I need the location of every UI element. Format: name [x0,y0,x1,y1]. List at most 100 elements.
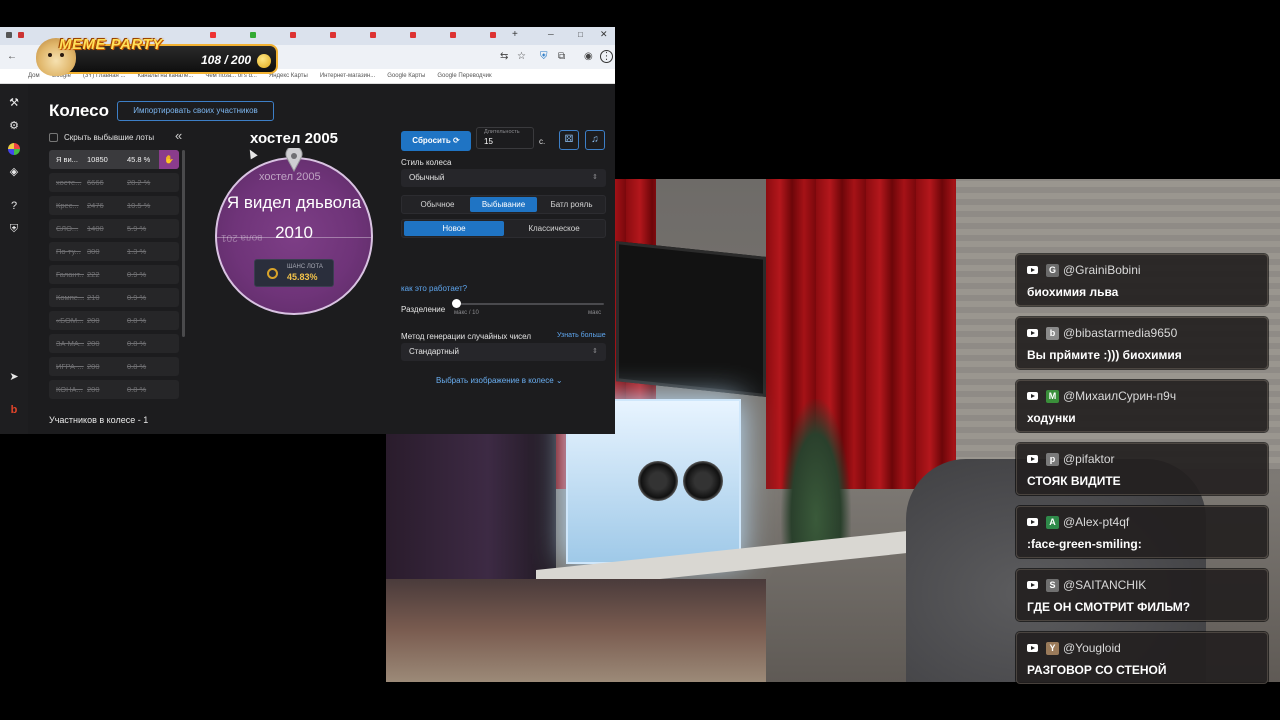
lot-row[interactable]: КОНА... 200 0.8 % [49,380,179,399]
chance-value: 45.83% [287,272,318,282]
lot-amount: 200 [87,385,100,394]
split-max-label: макс [588,310,602,316]
room-shadow [386,429,556,589]
style-label: Стиль колеса [401,158,452,167]
chat-avatar: A [1046,515,1059,529]
close-icon[interactable]: ✕ [600,29,608,40]
duration-unit: с. [539,137,546,146]
star-icon[interactable]: ☆ [517,51,526,62]
auction-icon[interactable]: ⚒ [8,97,20,109]
music-button[interactable]: ♫ [585,130,605,150]
reset-button[interactable]: Сбросить ⟳ [401,131,471,151]
bookmark-item[interactable]: Дом [28,73,40,79]
shield-check-icon[interactable]: ⛨ [8,223,20,235]
winner-line-1: Я видел дяьвола [226,193,362,212]
how-it-works-link[interactable]: как это работает? [401,284,467,293]
chat-author: @МихаилСурин-п9ч [1063,389,1177,403]
duration-label: Длительность [484,129,520,135]
lot-amount: 222 [87,270,100,279]
refresh-icon: ⟳ [453,136,460,145]
chat-author: @Alex-pt4qf [1063,515,1130,529]
menu-icon[interactable]: ⋮ [600,50,613,63]
lot-name: СЛО... [56,224,79,233]
lot-name: «БОМ... [56,316,84,325]
chat-message-header: p @pifaktor [1027,449,1259,469]
collapse-icon[interactable]: « [175,128,182,143]
lot-name: Компе... [56,293,84,302]
bookmark-item[interactable]: Google Переводчик [437,73,491,79]
help-icon[interactable]: ? [8,200,20,212]
learn-more-link[interactable]: Узнать больше [557,332,606,339]
christmas-tree [781,399,851,549]
mode-option[interactable]: Обычное [404,197,471,212]
lot-row[interactable]: «БОМ... 200 0.8 % [49,311,179,330]
page-title: Колесо [49,101,109,120]
lots-list: Я ви... 10850 45.8 % ✋ хосте... 6666 28.2 % Кре… [49,150,179,403]
lot-row[interactable]: ЗА МА... 200 0.8 % [49,334,179,353]
dice-icon: ⚄ [564,134,574,145]
rng-select[interactable]: Стандартный ⇕ [401,343,606,361]
extensions-icon[interactable]: ⧉ [558,51,565,62]
lot-row[interactable]: Я ви... 10850 45.8 % ✋ [49,150,179,169]
chat-avatar: b [1046,326,1059,340]
lot-row[interactable]: хосте... 6666 28.2 % [49,173,179,192]
lot-chance-box: ШАНС ЛОТА 45.83% [254,259,334,287]
duration-value[interactable]: 15 [484,137,493,146]
lots-scrollbar[interactable] [182,150,185,337]
chat-message: Y @Yougloid РАЗГОВОР СО СТЕНОЙ [1016,632,1268,684]
lot-amount: 1400 [87,224,104,233]
bookmark-item[interactable]: Google Карты [387,73,425,79]
chat-text: РАЗГОВОР СО СТЕНОЙ [1027,663,1167,677]
lot-row[interactable]: СЛО... 1400 5.9 % [49,219,179,238]
lot-row[interactable]: Галант... 222 0.9 % [49,265,179,284]
maximize-icon[interactable]: □ [578,30,583,39]
layers-icon[interactable]: ◈ [8,166,20,178]
chat-text: Вы прймите :))) биохимия [1027,348,1182,362]
chat-avatar: Y [1046,641,1059,655]
chat-avatar: М [1046,389,1059,403]
gear-icon[interactable]: ⚙ [8,120,20,132]
chat-avatar: S [1046,578,1059,592]
lot-drag-icon[interactable]: ✋ [159,150,179,169]
fan [638,461,678,501]
new-tab-icon[interactable]: + [512,29,518,40]
variant-option[interactable]: Классическое [504,221,604,236]
lot-percent: 1.3 % [127,247,147,256]
profile-icon[interactable]: ◉ [584,51,593,62]
bookmark-item[interactable]: Интернет-магазин... [320,73,375,79]
lot-name: КОНА... [56,385,83,394]
hide-eliminated-row[interactable]: Скрыть выбывшие лоты [49,133,154,142]
lot-row[interactable]: По-ту... 300 1.3 % [49,242,179,261]
bookmark-item[interactable]: Яндекс Карты [269,73,308,79]
variant-option-selected[interactable]: Новое [404,221,504,236]
hide-eliminated-checkbox[interactable] [49,133,58,142]
lot-row[interactable]: Компе... 210 0.9 % [49,288,179,307]
wheel-icon[interactable] [8,143,20,155]
shield-icon[interactable]: ⛨ [540,51,548,62]
style-select[interactable]: Обычный ⇕ [401,169,606,187]
mode-option-selected[interactable]: Выбывание [470,197,537,212]
split-slider-track[interactable] [454,303,604,305]
import-participants-button[interactable]: Импортировать своих участников [117,101,274,121]
chat-message: S @SAITANCHIK ГДЕ ОН СМОТРИТ ФИЛЬМ? [1016,569,1268,621]
translate-icon[interactable]: ⇆ [500,51,508,62]
telegram-icon[interactable]: ➤ [8,371,20,383]
lot-percent: 45.8 % [127,155,151,164]
mode-option[interactable]: Батл рояль [538,197,605,212]
lot-percent: 0.8 % [127,339,147,348]
lot-amount: 2476 [87,201,104,210]
minimize-icon[interactable]: ─ [548,30,554,39]
duration-field[interactable]: Длительность 15 [476,127,534,149]
banner-count: 108 / 200 [201,53,252,67]
lot-amount: 300 [87,247,100,256]
participants-count: Участников в колесе - 1 [49,415,149,425]
split-slider-thumb[interactable] [452,299,461,308]
brand-icon[interactable]: b [8,404,20,416]
fan [683,461,723,501]
winner-line-2: 2010 [275,223,313,242]
lot-row[interactable]: ИГРА-... 200 0.8 % [49,357,179,376]
randomize-button[interactable]: ⚄ [559,130,579,150]
lot-row[interactable]: Крес... 2476 10.5 % [49,196,179,215]
wheel-pointer-icon [285,148,303,172]
choose-image-button[interactable]: Выбрать изображение в колесе ⌄ [436,376,563,385]
